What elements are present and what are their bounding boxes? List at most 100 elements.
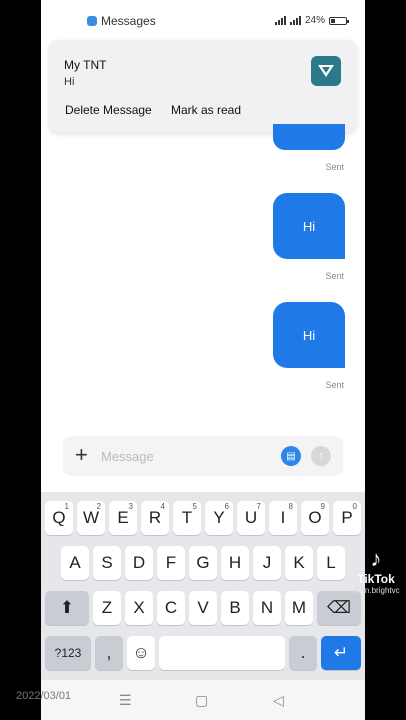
message-status: Sent xyxy=(325,162,344,172)
key-j[interactable]: J xyxy=(253,546,281,580)
tiktok-watermark: ♪ TikTok @hn.brightvc xyxy=(352,546,400,595)
key-l-label: L xyxy=(326,553,336,572)
sim-select-icon[interactable]: ▤ xyxy=(281,446,301,466)
key-hint: 1 xyxy=(64,502,69,511)
message-status: Sent xyxy=(325,380,344,390)
key-k[interactable]: K xyxy=(285,546,313,580)
mark-as-read-button[interactable]: Mark as read xyxy=(171,103,241,117)
message-input[interactable] xyxy=(101,445,271,467)
key-t[interactable]: T5 xyxy=(173,501,201,535)
key-v-label: V xyxy=(197,598,209,617)
key-d-label: D xyxy=(132,553,146,572)
key-i-label: I xyxy=(280,508,286,527)
shift-key[interactable]: ⬆ xyxy=(45,591,89,625)
key-hint: 3 xyxy=(128,502,133,511)
key-b-label: B xyxy=(229,598,241,617)
key-r[interactable]: R4 xyxy=(141,501,169,535)
key-hint: 9 xyxy=(320,502,325,511)
shift-icon: ⬆ xyxy=(59,598,75,617)
message-bubble[interactable]: Hi xyxy=(273,193,345,259)
send-icon[interactable]: ↑ xyxy=(311,446,331,466)
enter-key[interactable]: ↵ xyxy=(321,636,361,670)
key-h[interactable]: H xyxy=(221,546,249,580)
key-o-label: O xyxy=(308,508,322,527)
phone-screen: Messages 24% My TNT Hi Delete Message Ma… xyxy=(41,0,365,720)
recent-apps-icon[interactable]: ☰ xyxy=(119,692,132,709)
key-v[interactable]: V xyxy=(189,591,217,625)
key-c[interactable]: C xyxy=(157,591,185,625)
key-r-label: R xyxy=(148,508,162,527)
symbols-key[interactable]: ?123 xyxy=(45,636,91,670)
key-f[interactable]: F xyxy=(157,546,185,580)
notification-body: Hi xyxy=(64,76,75,88)
backspace-key[interactable]: ⌫ xyxy=(317,591,361,625)
key-hint: 7 xyxy=(256,502,261,511)
key-m[interactable]: M xyxy=(285,591,313,625)
status-bar: Messages 24% xyxy=(41,0,365,40)
key-m-label: M xyxy=(291,598,307,617)
key-hint: 5 xyxy=(192,502,197,511)
symbols-key-label: ?123 xyxy=(54,646,82,660)
add-attachment-icon[interactable]: + xyxy=(75,443,88,467)
key-g-label: G xyxy=(196,553,210,572)
emoji-key[interactable]: ☺ xyxy=(127,636,155,670)
tiktok-logo-icon: ♪ xyxy=(370,546,382,571)
message-bubble[interactable]: Hi xyxy=(273,302,345,368)
tiktok-handle: @hn.brightvc xyxy=(352,586,400,595)
signal-icon xyxy=(274,16,286,25)
key-z[interactable]: Z xyxy=(93,591,121,625)
key-hint: 8 xyxy=(288,502,293,511)
key-q[interactable]: Q1 xyxy=(45,501,73,535)
key-s[interactable]: S xyxy=(93,546,121,580)
status-app: Messages xyxy=(87,14,156,28)
period-key-label: . xyxy=(300,643,306,662)
battery-percent: 24% xyxy=(304,15,325,26)
key-f-label: F xyxy=(165,553,177,572)
key-hint: 6 xyxy=(224,502,229,511)
key-p[interactable]: P0 xyxy=(333,501,361,535)
comma-key[interactable]: , xyxy=(95,636,123,670)
enter-icon: ↵ xyxy=(333,643,349,662)
key-w-label: W xyxy=(82,508,100,527)
message-bubble-partial[interactable] xyxy=(273,124,345,150)
space-key[interactable] xyxy=(159,636,285,670)
key-n[interactable]: N xyxy=(253,591,281,625)
navigation-bar: ☰ ▢ ◁ xyxy=(41,680,365,720)
key-j-label: J xyxy=(262,553,272,572)
key-hint: 0 xyxy=(352,502,357,511)
key-a[interactable]: A xyxy=(61,546,89,580)
message-status: Sent xyxy=(325,271,344,281)
key-b[interactable]: B xyxy=(221,591,249,625)
emoji-icon: ☺ xyxy=(132,643,150,662)
notification-title: My TNT xyxy=(64,58,107,72)
status-indicators: 24% xyxy=(274,15,349,26)
status-app-name: Messages xyxy=(101,14,156,28)
key-x[interactable]: X xyxy=(125,591,153,625)
backspace-icon: ⌫ xyxy=(326,598,352,617)
home-icon[interactable]: ▢ xyxy=(195,692,208,709)
key-g[interactable]: G xyxy=(189,546,217,580)
key-i[interactable]: I8 xyxy=(269,501,297,535)
key-q-label: Q xyxy=(52,508,66,527)
key-y[interactable]: Y6 xyxy=(205,501,233,535)
key-y-label: Y xyxy=(213,508,225,527)
date-watermark: 2022/03/01 xyxy=(16,690,72,702)
back-icon[interactable]: ◁ xyxy=(273,692,284,709)
screen: Messages 24% My TNT Hi Delete Message Ma… xyxy=(0,0,406,720)
key-l[interactable]: L xyxy=(317,546,345,580)
delete-message-button[interactable]: Delete Message xyxy=(65,103,152,117)
key-u-label: U xyxy=(244,508,258,527)
key-x-label: X xyxy=(133,598,145,617)
key-k-label: K xyxy=(293,553,305,572)
key-e[interactable]: E3 xyxy=(109,501,137,535)
key-p-label: P xyxy=(341,508,353,527)
period-key[interactable]: . xyxy=(289,636,317,670)
key-u[interactable]: U7 xyxy=(237,501,265,535)
key-t-label: T xyxy=(181,508,193,527)
key-o[interactable]: O9 xyxy=(301,501,329,535)
key-w[interactable]: W2 xyxy=(77,501,105,535)
key-c-label: C xyxy=(164,598,178,617)
key-d[interactable]: D xyxy=(125,546,153,580)
key-s-label: S xyxy=(101,553,113,572)
notification-card[interactable]: My TNT Hi Delete Message Mark as read xyxy=(49,40,357,132)
